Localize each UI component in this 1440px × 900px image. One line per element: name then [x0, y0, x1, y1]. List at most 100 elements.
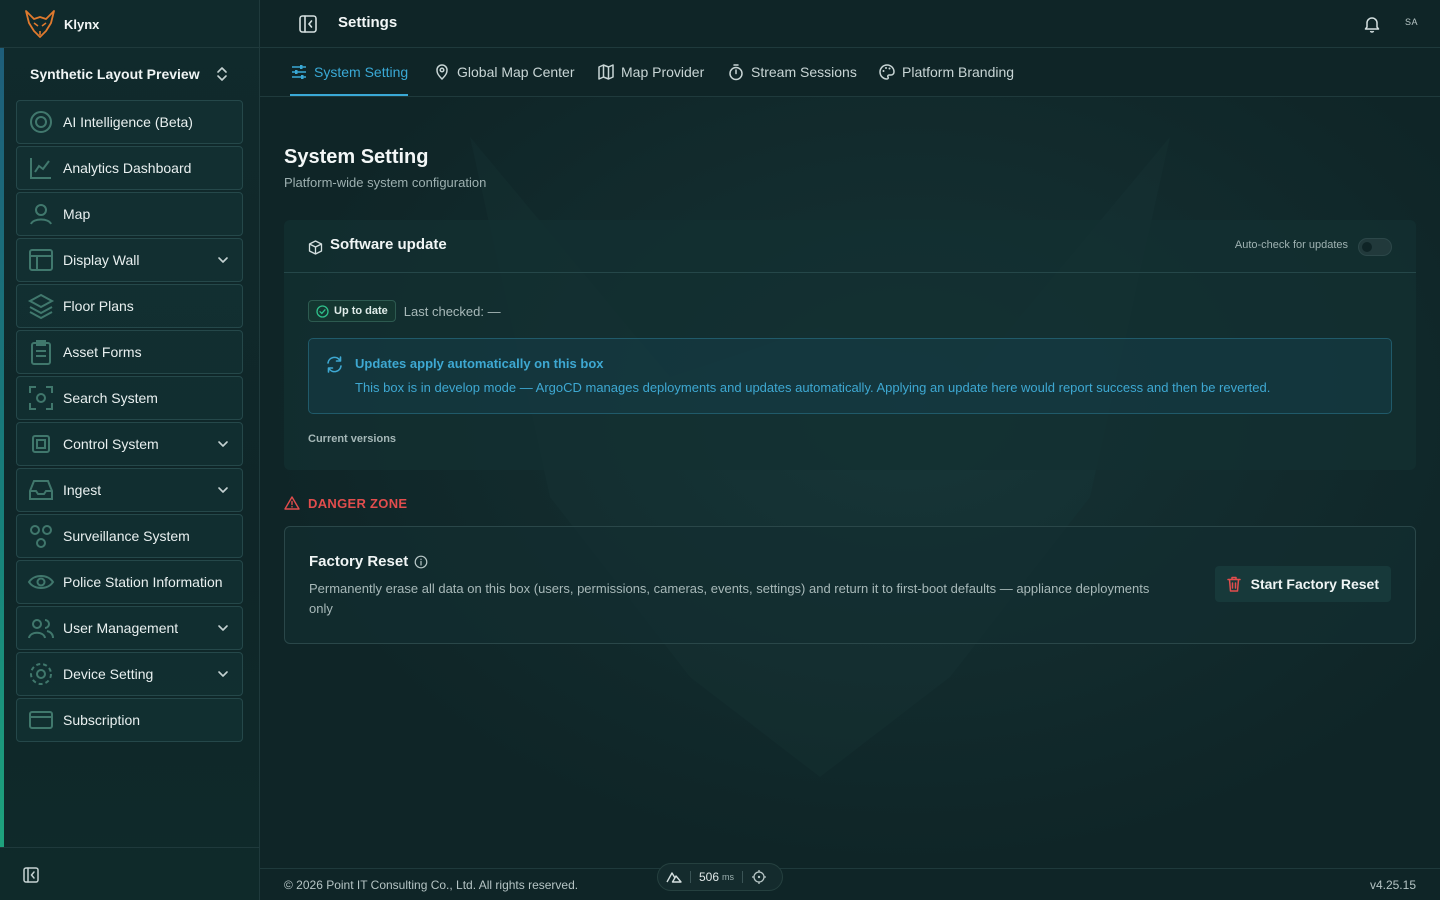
sidebar-item-ingest[interactable]: Ingest	[16, 468, 243, 512]
sidebar-item-surveillance-system[interactable]: Surveillance System	[16, 514, 243, 558]
sidebar-item-label: Control System	[63, 436, 159, 452]
workspace-name: Synthetic Layout Preview	[30, 66, 200, 82]
sidebar-footer	[0, 847, 259, 900]
sliders-icon	[292, 65, 306, 79]
panel-toggle-icon[interactable]	[298, 14, 318, 34]
scan-icon	[29, 386, 53, 410]
status-badge: Up to date	[308, 300, 396, 322]
tab-global-map-center[interactable]: Global Map Center	[433, 48, 575, 96]
chevron-down-icon	[218, 257, 228, 263]
chevron-down-icon	[218, 487, 228, 493]
tab-stream-sessions[interactable]: Stream Sessions	[727, 48, 857, 96]
sidebar-item-device-setting[interactable]: Device Setting	[16, 652, 243, 696]
layers-icon	[27, 293, 55, 320]
footer: © 2026 Point IT Consulting Co., Ltd. All…	[260, 863, 1440, 900]
warning-triangle-icon	[284, 496, 300, 510]
auto-update-notice: Updates apply automatically on this box …	[308, 338, 1392, 414]
sidebar-item-ai-intelligence-beta[interactable]: AI Intelligence (Beta)	[16, 100, 243, 144]
tab-label: Global Map Center	[457, 64, 575, 80]
status-badge-label: Up to date	[334, 305, 388, 317]
gear-icon	[30, 663, 52, 685]
chevrons-up-down-icon	[217, 67, 227, 81]
tab-platform-branding[interactable]: Platform Branding	[878, 48, 1014, 96]
timer-icon	[729, 64, 743, 81]
card-icon	[29, 711, 53, 729]
factory-reset-description: Permanently erase all data on this box (…	[309, 581, 1150, 616]
sidebar-item-label: Subscription	[63, 712, 141, 728]
brand[interactable]: Klynx	[24, 8, 99, 40]
start-factory-reset-button[interactable]: Start Factory Reset	[1214, 566, 1391, 602]
refresh-icon	[327, 356, 342, 373]
tab-system-setting[interactable]: System Setting	[290, 48, 409, 96]
notice-text: This box is in develop mode — ArgoCD man…	[355, 380, 1271, 395]
card-header: Software update Auto-check for updates	[284, 220, 1416, 273]
notice-title: Updates apply automatically on this box	[355, 356, 604, 371]
map-pin-icon	[30, 204, 52, 225]
software-update-card: Software update Auto-check for updates U…	[284, 220, 1416, 470]
network-icon	[30, 525, 52, 548]
settings-tabs: System Setting Global Map Center Map Pro…	[260, 48, 1440, 97]
chevron-down-icon	[218, 441, 228, 447]
copyright: © 2026 Point IT Consulting Co., Ltd. All…	[284, 878, 579, 892]
sidebar-item-label: Display Wall	[63, 252, 140, 268]
chevron-down-icon	[218, 671, 228, 677]
status-row: Up to date Last checked: —	[308, 300, 501, 322]
last-checked: Last checked: —	[403, 303, 501, 319]
sidebar-item-map[interactable]: Map	[16, 192, 243, 236]
users-icon	[28, 619, 54, 639]
sidebar-item-user-management[interactable]: User Management	[16, 606, 243, 650]
divider	[0, 47, 259, 48]
nuxt-logo-icon	[666, 872, 682, 883]
cpu-icon	[32, 435, 50, 453]
sidebar-item-control-system[interactable]: Control System	[16, 422, 243, 466]
tab-label: Stream Sessions	[751, 64, 857, 80]
sidebar-item-subscription[interactable]: Subscription	[16, 698, 243, 742]
package-icon	[308, 240, 323, 255]
info-icon[interactable]	[414, 555, 428, 569]
crosshair-icon[interactable]	[751, 869, 767, 885]
factory-reset-card: Factory Reset Permanently erase all data…	[284, 526, 1416, 644]
sidebar-item-label: User Management	[63, 620, 179, 636]
sidebar-item-floor-plans[interactable]: Floor Plans	[16, 284, 243, 328]
separator	[690, 871, 691, 883]
current-versions-label: Current versions	[308, 433, 397, 445]
tab-label: Map Provider	[621, 64, 705, 80]
start-factory-reset-label: Start Factory Reset	[1250, 576, 1379, 592]
clipboard-icon	[31, 340, 51, 365]
sidebar-item-label: Police Station Information	[63, 574, 223, 590]
avatar[interactable]: SA	[1405, 17, 1418, 27]
palette-icon	[879, 64, 895, 80]
latency-value: 506	[699, 870, 720, 884]
bell-icon[interactable]	[1364, 15, 1380, 33]
sidebar-item-police-station-information[interactable]: Police Station Information	[16, 560, 243, 604]
app-version: v4.25.15	[1369, 878, 1416, 892]
factory-reset-title: Factory Reset	[309, 553, 428, 570]
top-header: Settings SA	[260, 0, 1440, 48]
target-icon	[30, 111, 52, 133]
performance-widget[interactable]: 506 ms	[657, 863, 783, 891]
sidebar-item-search-system[interactable]: Search System	[16, 376, 243, 420]
sidebar-item-display-wall[interactable]: Display Wall	[16, 238, 243, 282]
danger-zone-heading: DANGER ZONE	[284, 495, 407, 511]
tab-map-provider[interactable]: Map Provider	[597, 48, 704, 96]
page-subtitle: Platform-wide system configuration	[284, 175, 487, 190]
auto-check-label: Auto-check for updates	[1234, 239, 1348, 251]
sidebar-item-label: Ingest	[63, 482, 102, 498]
sidebar-item-analytics-dashboard[interactable]: Analytics Dashboard	[16, 146, 243, 190]
sidebar-item-label: Device Setting	[63, 666, 154, 682]
map-pin-icon	[436, 64, 448, 81]
eye-icon	[27, 575, 55, 589]
separator	[742, 871, 744, 883]
tab-label: System Setting	[314, 64, 409, 80]
sidebar-item-label: Surveillance System	[63, 528, 190, 544]
latency-unit: ms	[722, 872, 735, 882]
card-title: Software update	[330, 236, 447, 253]
factory-reset-title-text: Factory Reset	[309, 553, 409, 570]
chevron-down-icon	[218, 625, 228, 631]
workspace-switcher[interactable]: Synthetic Layout Preview	[16, 56, 243, 92]
toggle-knob	[1362, 242, 1372, 252]
auto-check-toggle[interactable]	[1358, 238, 1392, 256]
sidebar-collapse-icon[interactable]	[22, 866, 40, 884]
sidebar-item-asset-forms[interactable]: Asset Forms	[16, 330, 243, 374]
inbox-icon	[29, 480, 53, 500]
